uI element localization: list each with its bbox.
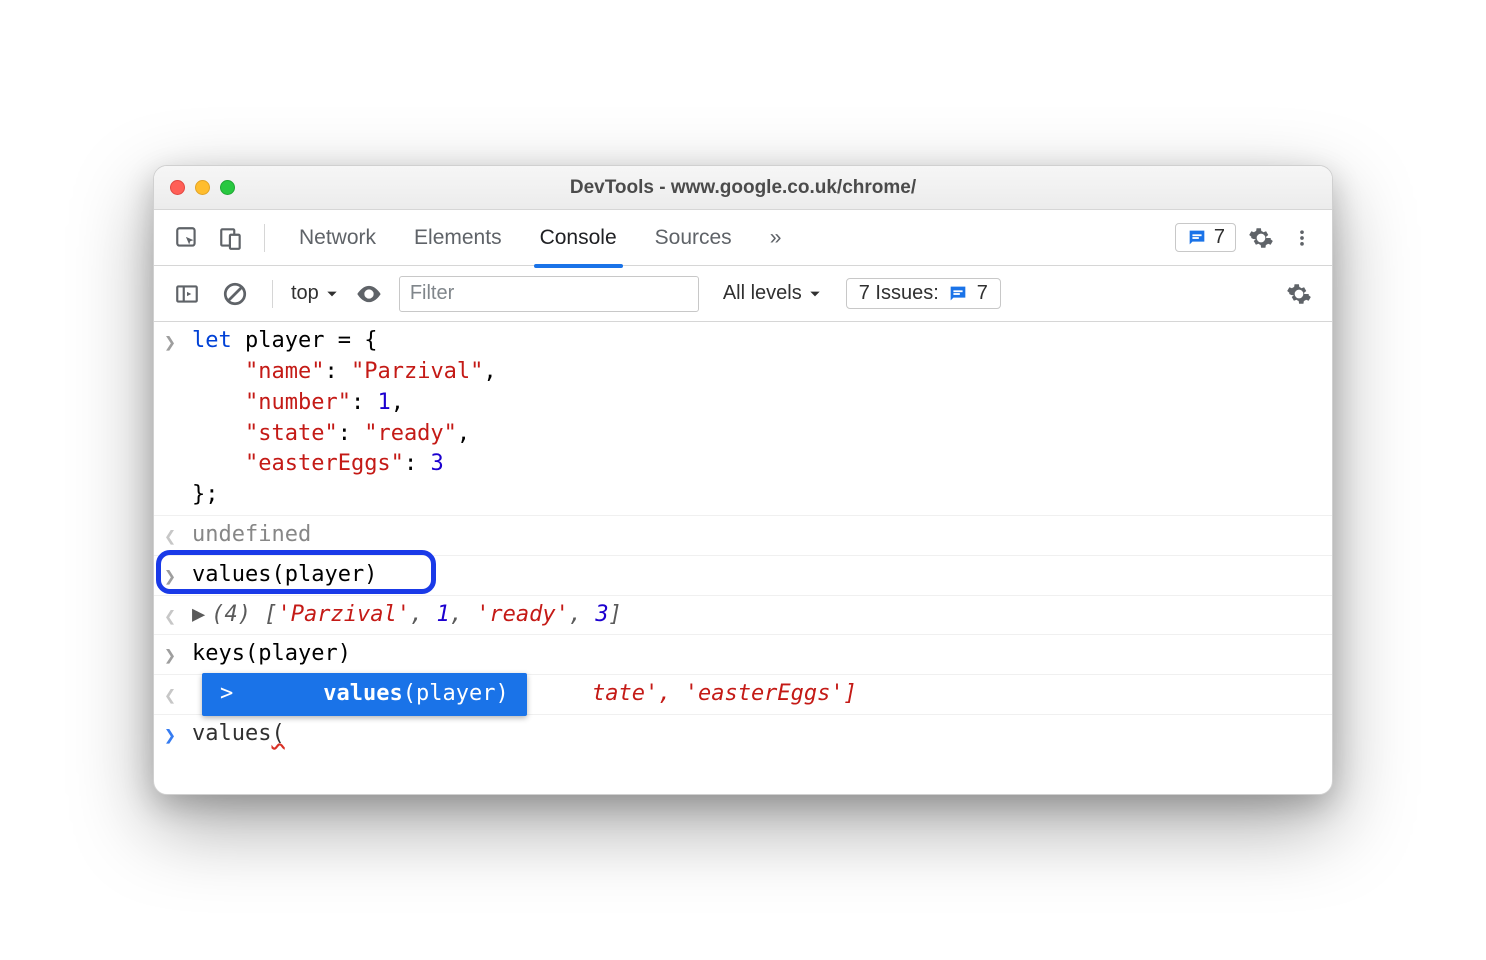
chevron-down-icon <box>325 287 339 301</box>
input-chevron-icon: ❯ <box>164 326 192 356</box>
undefined-output: undefined <box>192 520 1318 551</box>
input-chevron-icon: ❯ <box>164 560 192 590</box>
zoom-window-button[interactable] <box>220 180 235 195</box>
tab-network[interactable]: Network <box>297 214 378 262</box>
issues-button[interactable]: 7 Issues: 7 <box>846 278 1001 309</box>
issues-count: 7 <box>977 282 988 305</box>
console-output-row: ❮ undefined <box>154 516 1332 556</box>
console-body: ❯ let player = { "name": "Parzival", "nu… <box>154 322 1332 794</box>
devtools-window: DevTools - www.google.co.uk/chrome/ Netw… <box>153 165 1333 795</box>
levels-label: All levels <box>723 282 802 305</box>
titlebar: DevTools - www.google.co.uk/chrome/ <box>154 166 1332 210</box>
console-toolbar: top Filter All levels 7 Issues: 7 <box>154 266 1332 322</box>
code-block: let player = { "name": "Parzival", "numb… <box>192 326 1318 511</box>
minimize-window-button[interactable] <box>195 180 210 195</box>
traffic-lights <box>170 180 235 195</box>
close-window-button[interactable] <box>170 180 185 195</box>
suggestion-text: values(player) <box>323 679 508 710</box>
console-input-row[interactable]: ❯ values(player) <box>154 556 1332 596</box>
context-selector[interactable]: top <box>291 282 339 305</box>
eye-icon[interactable] <box>349 276 389 312</box>
kebab-menu-icon[interactable] <box>1286 221 1318 255</box>
console-input-row[interactable]: ❯ let player = { "name": "Parzival", "nu… <box>154 322 1332 516</box>
console-settings-icon[interactable] <box>1280 277 1318 311</box>
separator <box>264 224 265 252</box>
tabs-bar: Network Elements Console Sources » 7 <box>154 210 1332 266</box>
messages-badge[interactable]: 7 <box>1175 223 1236 252</box>
suggestion-prompt: > <box>220 679 233 710</box>
context-label: top <box>291 282 319 305</box>
log-levels-selector[interactable]: All levels <box>723 282 822 305</box>
toggle-sidebar-icon[interactable] <box>168 277 206 311</box>
code-line: values(player) <box>192 560 1318 591</box>
settings-icon[interactable] <box>1242 221 1280 255</box>
chevron-down-icon <box>808 287 822 301</box>
separator <box>272 280 273 308</box>
console-live-input-row[interactable]: ❯ values( <box>154 715 1332 754</box>
filter-placeholder: Filter <box>410 282 454 305</box>
code-line: keys(player) <box>192 639 1318 670</box>
inspect-icon[interactable] <box>168 221 206 255</box>
issues-label: 7 Issues: <box>859 282 939 305</box>
console-output-row[interactable]: ❮ tate', 'easterEggs'] > values(player) <box>154 675 1332 715</box>
input-chevron-icon: ❯ <box>164 719 192 749</box>
console-output-row[interactable]: ❮ ▶(4) ['Parzival', 1, 'ready', 3] <box>154 596 1332 636</box>
input-chevron-icon: ❯ <box>164 639 192 669</box>
console-input-row[interactable]: ❯ keys(player) <box>154 635 1332 675</box>
output-chevron-icon: ❮ <box>164 520 192 550</box>
tab-more[interactable]: » <box>768 214 784 262</box>
device-toolbar-icon[interactable] <box>212 221 250 255</box>
live-input[interactable]: values( <box>192 719 1318 750</box>
clear-console-icon[interactable] <box>216 277 254 311</box>
tab-sources[interactable]: Sources <box>653 214 734 262</box>
tab-elements[interactable]: Elements <box>412 214 504 262</box>
panel-tabs: Network Elements Console Sources » <box>297 214 783 262</box>
filter-input[interactable]: Filter <box>399 276 699 312</box>
history-suggestion-popup[interactable]: > values(player) <box>202 673 527 716</box>
tab-console[interactable]: Console <box>538 214 619 262</box>
output-chevron-icon: ❮ <box>164 600 192 630</box>
output-chevron-icon: ❮ <box>164 679 192 709</box>
array-output: ▶(4) ['Parzival', 1, 'ready', 3] <box>192 600 1318 631</box>
expand-triangle-icon[interactable]: ▶ <box>192 600 205 631</box>
window-title: DevTools - www.google.co.uk/chrome/ <box>154 177 1332 199</box>
messages-count: 7 <box>1214 226 1225 249</box>
